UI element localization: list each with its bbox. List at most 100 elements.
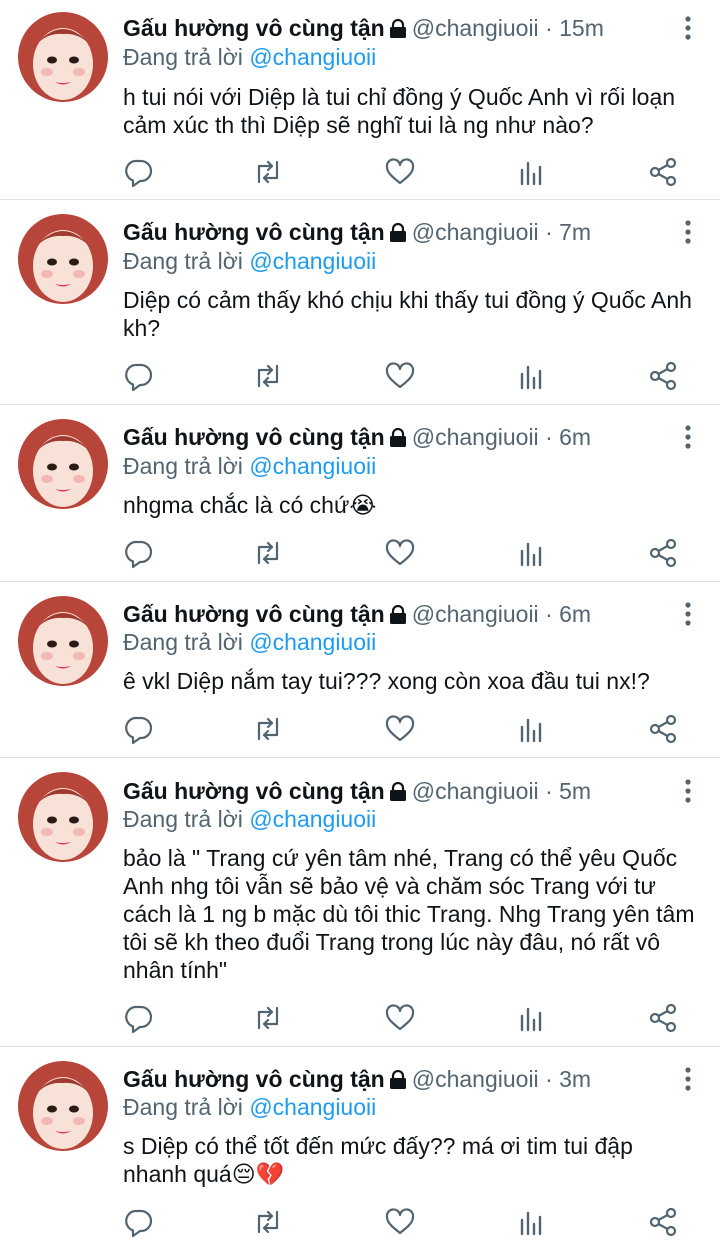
retweet-icon[interactable] xyxy=(252,156,284,188)
retweet-icon[interactable] xyxy=(252,1206,284,1238)
share-icon[interactable] xyxy=(647,156,679,188)
more-vertical-icon[interactable] xyxy=(682,423,694,451)
tweet-header: Gấu hường vô cùng tận @changiuoii · 7m xyxy=(123,218,660,249)
reply-icon[interactable] xyxy=(122,156,154,188)
tweet[interactable]: Gấu hường vô cùng tận @changiuoii · 6m Đa… xyxy=(0,582,720,758)
author-handle[interactable]: @changiuoii xyxy=(412,219,539,245)
tweet-actions xyxy=(0,1002,720,1034)
author-name[interactable]: Gấu hường vô cùng tận xyxy=(123,219,385,245)
analytics-icon[interactable] xyxy=(516,537,548,569)
share-icon[interactable] xyxy=(647,537,679,569)
tweet-text: nhgma chắc là có chứ😭 xyxy=(123,492,377,518)
retweet-icon[interactable] xyxy=(252,713,284,745)
heart-icon[interactable] xyxy=(384,156,416,188)
replying-to: Đang trả lời @changiuoii xyxy=(123,247,376,275)
tweet[interactable]: Gấu hường vô cùng tận @changiuoii · 7m Đa… xyxy=(0,200,720,405)
lock-icon xyxy=(388,17,408,45)
reply-icon[interactable] xyxy=(122,360,154,392)
heart-icon[interactable] xyxy=(384,1002,416,1034)
tweet-actions xyxy=(0,156,720,188)
author-handle[interactable]: @changiuoii xyxy=(412,778,539,804)
more-vertical-icon[interactable] xyxy=(682,600,694,628)
author-name[interactable]: Gấu hường vô cùng tận xyxy=(123,601,385,627)
avatar[interactable] xyxy=(18,214,108,304)
retweet-icon[interactable] xyxy=(252,360,284,392)
tweet[interactable]: Gấu hường vô cùng tận @changiuoii · 3m Đa… xyxy=(0,1047,720,1245)
more-vertical-icon[interactable] xyxy=(682,218,694,246)
reply-icon[interactable] xyxy=(122,537,154,569)
heart-icon[interactable] xyxy=(384,537,416,569)
avatar[interactable] xyxy=(18,12,108,102)
tweet-time[interactable]: 15m xyxy=(559,15,604,41)
tweet[interactable]: Gấu hường vô cùng tận @changiuoii · 5m Đa… xyxy=(0,758,720,1047)
share-icon[interactable] xyxy=(647,1206,679,1238)
share-icon[interactable] xyxy=(647,1002,679,1034)
tweet-text: bảo là " Trang cứ yên tâm nhé, Trang có … xyxy=(123,845,701,983)
reply-icon[interactable] xyxy=(122,1002,154,1034)
replying-to: Đang trả lời @changiuoii xyxy=(123,628,376,656)
reply-icon[interactable] xyxy=(122,1206,154,1238)
reply-handle-link[interactable]: @changiuoii xyxy=(249,806,376,832)
tweet-time[interactable]: 3m xyxy=(559,1066,591,1092)
reply-prefix: Đang trả lời xyxy=(123,248,243,274)
separator: · xyxy=(545,424,553,450)
reply-icon[interactable] xyxy=(122,713,154,745)
reply-prefix: Đang trả lời xyxy=(123,629,243,655)
retweet-icon[interactable] xyxy=(252,537,284,569)
analytics-icon[interactable] xyxy=(516,156,548,188)
replying-to: Đang trả lời @changiuoii xyxy=(123,805,376,833)
separator: · xyxy=(545,601,553,627)
author-name[interactable]: Gấu hường vô cùng tận xyxy=(123,1066,385,1092)
share-icon[interactable] xyxy=(647,713,679,745)
reply-handle-link[interactable]: @changiuoii xyxy=(249,1094,376,1120)
tweet-text: Diệp có cảm thấy khó chịu khi thấy tui đ… xyxy=(123,287,699,341)
heart-icon[interactable] xyxy=(384,1206,416,1238)
author-name[interactable]: Gấu hường vô cùng tận xyxy=(123,424,385,450)
tweet-time[interactable]: 6m xyxy=(559,601,591,627)
analytics-icon[interactable] xyxy=(516,713,548,745)
tweet[interactable]: Gấu hường vô cùng tận @changiuoii · 15m Đ… xyxy=(0,0,720,200)
avatar[interactable] xyxy=(18,596,108,686)
tweet-time[interactable]: 6m xyxy=(559,424,591,450)
separator: · xyxy=(545,1066,553,1092)
author-name[interactable]: Gấu hường vô cùng tận xyxy=(123,15,385,41)
tweet[interactable]: Gấu hường vô cùng tận @changiuoii · 6m Đa… xyxy=(0,405,720,582)
author-name[interactable]: Gấu hường vô cùng tận xyxy=(123,778,385,804)
retweet-icon[interactable] xyxy=(252,1002,284,1034)
avatar[interactable] xyxy=(18,419,108,509)
replying-to: Đang trả lời @changiuoii xyxy=(123,1093,376,1121)
heart-icon[interactable] xyxy=(384,360,416,392)
more-vertical-icon[interactable] xyxy=(682,777,694,805)
avatar[interactable] xyxy=(18,1061,108,1151)
tweet-header: Gấu hường vô cùng tận @changiuoii · 6m xyxy=(123,423,660,454)
reply-handle-link[interactable]: @changiuoii xyxy=(249,248,376,274)
tweet-time[interactable]: 7m xyxy=(559,219,591,245)
heart-icon[interactable] xyxy=(384,713,416,745)
tweet-actions xyxy=(0,537,720,569)
replying-to: Đang trả lời @changiuoii xyxy=(123,43,376,71)
tweet-text: ê vkl Diệp nắm tay tui??? xong còn xoa đ… xyxy=(123,668,650,694)
separator: · xyxy=(545,15,553,41)
analytics-icon[interactable] xyxy=(516,1002,548,1034)
reply-handle-link[interactable]: @changiuoii xyxy=(249,44,376,70)
reply-prefix: Đang trả lời xyxy=(123,1094,243,1120)
author-handle[interactable]: @changiuoii xyxy=(412,601,539,627)
author-handle[interactable]: @changiuoii xyxy=(412,15,539,41)
avatar[interactable] xyxy=(18,772,108,862)
tweet-header: Gấu hường vô cùng tận @changiuoii · 6m xyxy=(123,600,660,631)
lock-icon xyxy=(388,426,408,454)
reply-prefix: Đang trả lời xyxy=(123,453,243,479)
replying-to: Đang trả lời @changiuoii xyxy=(123,452,376,480)
more-vertical-icon[interactable] xyxy=(682,1065,694,1093)
lock-icon xyxy=(388,221,408,249)
author-handle[interactable]: @changiuoii xyxy=(412,424,539,450)
reply-handle-link[interactable]: @changiuoii xyxy=(249,629,376,655)
analytics-icon[interactable] xyxy=(516,360,548,392)
author-handle[interactable]: @changiuoii xyxy=(412,1066,539,1092)
more-vertical-icon[interactable] xyxy=(682,14,694,42)
share-icon[interactable] xyxy=(647,360,679,392)
tweet-time[interactable]: 5m xyxy=(559,778,591,804)
tweet-header: Gấu hường vô cùng tận @changiuoii · 15m xyxy=(123,14,660,45)
analytics-icon[interactable] xyxy=(516,1206,548,1238)
reply-handle-link[interactable]: @changiuoii xyxy=(249,453,376,479)
